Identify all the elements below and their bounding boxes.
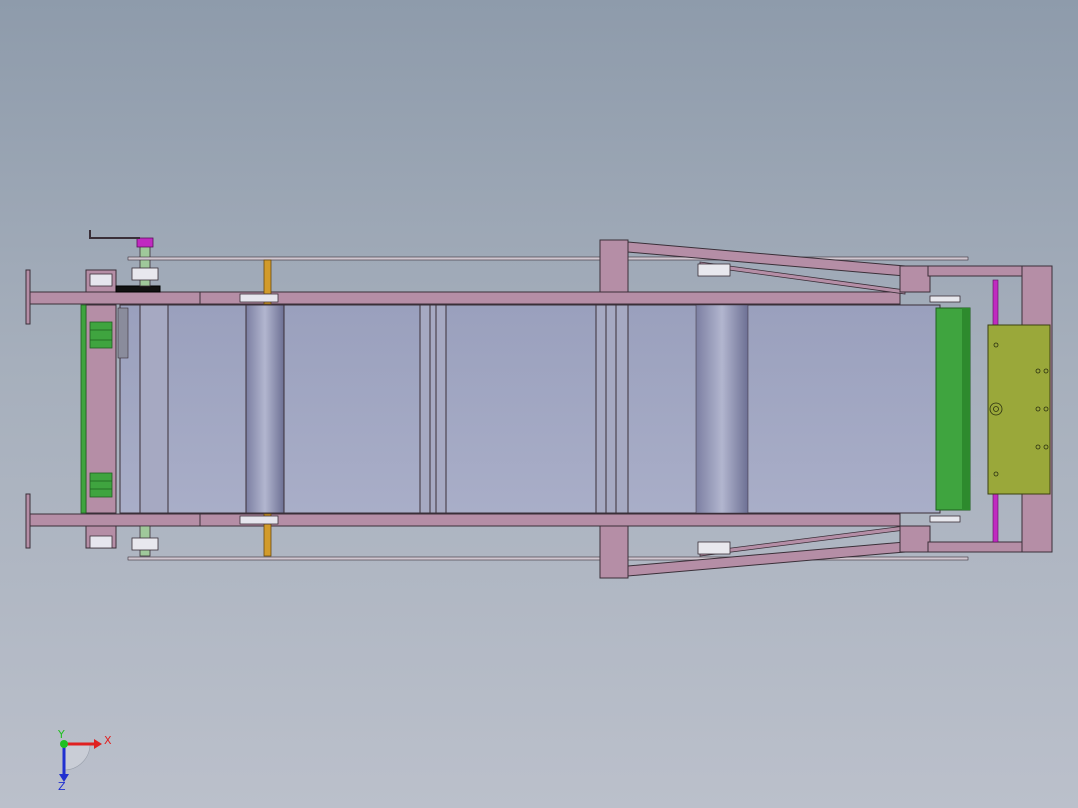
motor-plate[interactable]: [987, 324, 1051, 495]
washer-bottom: [239, 515, 279, 525]
side-rail-bottom[interactable]: [29, 513, 901, 527]
coordinate-triad[interactable]: X Y Z: [57, 728, 112, 793]
bearing-bottom-left[interactable]: [89, 472, 113, 498]
magenta-rod-bottom[interactable]: [992, 493, 999, 543]
roller-right[interactable]: [695, 304, 749, 514]
magenta-rod-top[interactable]: [992, 279, 999, 327]
triad-y-label: Y: [57, 728, 65, 741]
triad-quadrant: [63, 743, 91, 771]
left-green-plate[interactable]: [80, 304, 87, 514]
bearing-top-left[interactable]: [89, 321, 113, 349]
vertical-post-bottom[interactable]: [599, 525, 629, 579]
tensioner-bolt-bottom[interactable]: [929, 515, 961, 523]
x-arrow-icon: [94, 739, 102, 749]
clamp-top-right[interactable]: [697, 263, 731, 277]
right-connector-bottom[interactable]: [899, 525, 931, 553]
tensioner-bolt-top[interactable]: [929, 295, 961, 303]
washer-top: [239, 293, 279, 303]
left-end-plate-top[interactable]: [25, 269, 31, 325]
triad-x-label: X: [104, 734, 112, 747]
guide-rail-top[interactable]: [127, 256, 969, 261]
drive-roller-shade: [962, 308, 970, 510]
right-connector-top[interactable]: [899, 265, 931, 293]
bracket-slot-top: [89, 273, 113, 287]
clamp-bottom-left[interactable]: [131, 537, 159, 551]
graphics-viewport[interactable]: X Y Z: [0, 0, 1078, 808]
side-rail-top[interactable]: [29, 291, 901, 305]
right-top-beam[interactable]: [927, 265, 1029, 277]
right-bottom-beam[interactable]: [927, 541, 1029, 553]
tension-plate: [117, 307, 129, 359]
bracket-slot-bottom: [89, 535, 113, 549]
clamp-top-left[interactable]: [131, 267, 159, 281]
handle-lever[interactable]: [89, 230, 140, 239]
clamp-bottom-right[interactable]: [697, 541, 731, 555]
left-end-plate-bottom[interactable]: [25, 493, 31, 549]
drive-belt-guard[interactable]: [115, 285, 161, 293]
vertical-post-top[interactable]: [599, 239, 629, 293]
cad-model-view[interactable]: X Y Z: [0, 0, 1078, 808]
belt-surface[interactable]: [119, 304, 941, 514]
magenta-coupling[interactable]: [136, 237, 154, 248]
triad-z-label: Z: [58, 780, 66, 793]
triad-y-axis-dot: [60, 740, 68, 748]
roller-left[interactable]: [245, 304, 285, 514]
